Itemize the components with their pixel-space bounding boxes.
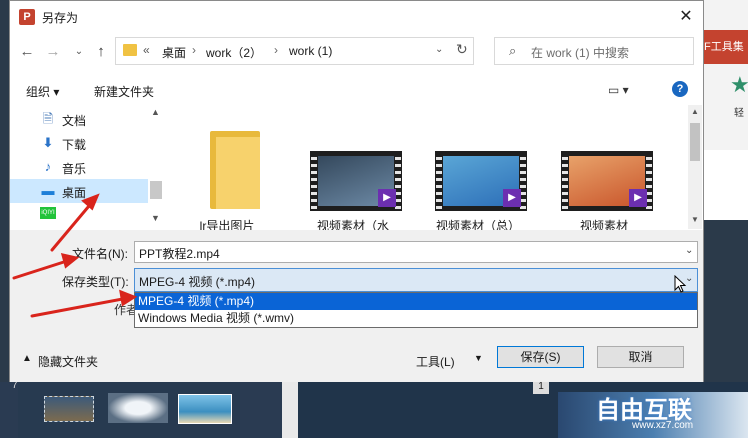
annotation-arrowhead xyxy=(119,289,138,307)
annotation-arrow xyxy=(30,296,130,318)
annotation-arrow xyxy=(50,198,96,252)
mouse-cursor-icon xyxy=(674,275,687,293)
annotation-arrowhead xyxy=(81,193,100,211)
annotation-arrowhead xyxy=(60,252,80,269)
annotation-arrows xyxy=(12,193,138,318)
annotation-arrow xyxy=(12,258,72,280)
